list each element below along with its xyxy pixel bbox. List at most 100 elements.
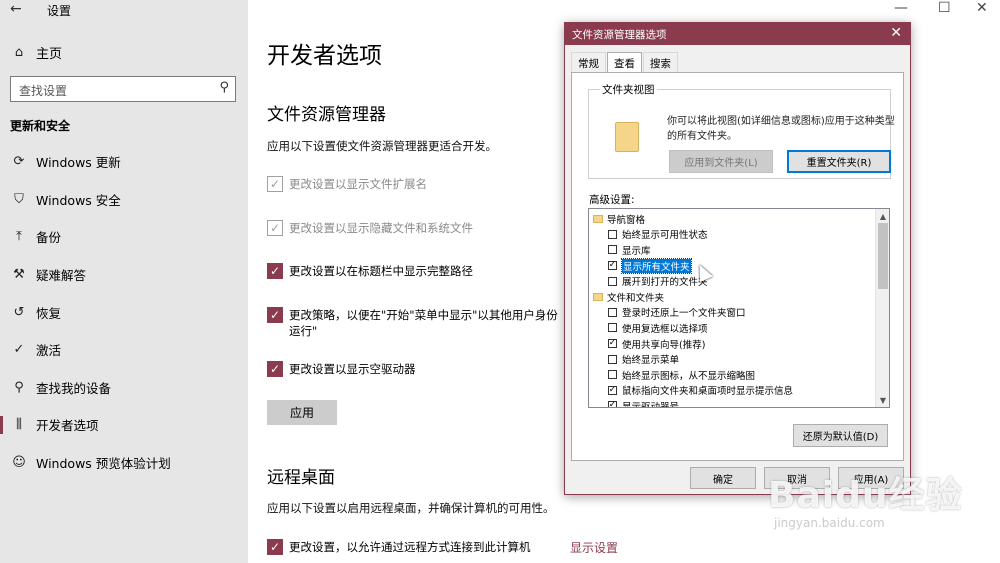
sidebar-home[interactable]: ⌂ 主页 bbox=[10, 43, 62, 62]
checkbox-unchecked[interactable] bbox=[608, 276, 617, 286]
show-settings-link[interactable]: 显示设置 bbox=[570, 539, 618, 556]
scroll-down-icon[interactable]: ▼ bbox=[876, 393, 889, 407]
sidebar-item-label: 查找我的设备 bbox=[36, 380, 112, 396]
minimize-icon[interactable]: — bbox=[894, 0, 908, 16]
dialog-tab[interactable]: 常规 bbox=[571, 52, 606, 72]
ok-button[interactable]: 确定 bbox=[690, 467, 756, 489]
check-circle-icon: ✓ bbox=[13, 342, 25, 358]
sidebar-item-label: 备份 bbox=[36, 230, 62, 246]
person-pin-icon: ⚲ bbox=[14, 379, 24, 395]
apply-button[interactable]: 应用 bbox=[267, 400, 337, 425]
advanced-settings-tree[interactable]: 导航窗格始终显示可用性状态 显示库 ✓ 显示所有文件夹 展开到打开的文件夹 文件和文件夹登… bbox=[588, 208, 890, 408]
checkbox-checked[interactable]: ✓ bbox=[267, 307, 283, 323]
tree-option[interactable]: ✓ 显示所有文件夹 bbox=[608, 257, 692, 274]
tree-option[interactable]: 始终显示菜单 bbox=[608, 351, 679, 367]
sidebar-nav: ⟳ Windows 更新 ⛉ Windows 安全 ⤒ 备份 ⚒ 疑难解答 ↺ 恢复 ✓ 激活 ⚲ 查找我… bbox=[0, 143, 248, 482]
sidebar-item[interactable]: ✓ 激活 bbox=[10, 331, 248, 369]
explorer-option[interactable]: ✓ 更改策略，以便在"开始"菜单中显示"以其他用户身份运行" bbox=[267, 307, 567, 339]
back-arrow-icon[interactable]: ← bbox=[10, 1, 22, 17]
tree-item-label: 始终显示图标，从不显示缩略图 bbox=[622, 370, 756, 382]
scroll-thumb[interactable] bbox=[878, 223, 888, 289]
checkbox-unchecked[interactable] bbox=[608, 323, 617, 333]
explorer-option: ✓ 更改设置以显示文件扩展名 bbox=[267, 176, 567, 192]
dialog-tab[interactable]: 查看 bbox=[607, 52, 642, 73]
history-icon: ↺ bbox=[13, 304, 25, 320]
maximize-icon[interactable]: ☐ bbox=[938, 0, 951, 16]
reset-folders-button[interactable]: 重置文件夹(R) bbox=[787, 150, 891, 173]
tree-item-label: 始终显示可用性状态 bbox=[622, 230, 708, 242]
page-title: 开发者选项 bbox=[267, 43, 382, 69]
tree-scrollbar[interactable]: ▲ ▼ bbox=[875, 209, 889, 407]
checkbox-unchecked[interactable] bbox=[608, 245, 617, 255]
explorer-option-text: 更改设置以显示文件扩展名 bbox=[289, 177, 427, 191]
sidebar-item[interactable]: ⛉ Windows 安全 bbox=[10, 181, 248, 219]
tree-item-label: 导航窗格 bbox=[607, 214, 646, 226]
tree-category: 文件和文件夹 bbox=[593, 289, 664, 305]
folder-icon bbox=[593, 214, 603, 223]
developer-icon: ⫼ bbox=[16, 417, 22, 433]
sidebar-item[interactable]: ⚲ 查找我的设备 bbox=[10, 369, 248, 407]
sidebar-item-label: 疑难解答 bbox=[36, 268, 87, 284]
checkbox-checked[interactable]: ✓ bbox=[608, 261, 617, 271]
dialog-tab[interactable]: 搜索 bbox=[643, 52, 678, 72]
tree-option[interactable]: 始终显示可用性状态 bbox=[608, 227, 708, 243]
tree-item-label: 使用共享向导(推荐) bbox=[622, 339, 706, 351]
folder-icon bbox=[615, 122, 639, 152]
sync-icon: ⟳ bbox=[13, 154, 25, 170]
sidebar-item[interactable]: ⤒ 备份 bbox=[10, 218, 248, 256]
tree-category: 导航窗格 bbox=[593, 211, 645, 227]
window-close-icon[interactable]: ✕ bbox=[976, 0, 988, 16]
tree-option[interactable]: 显示库 bbox=[608, 242, 651, 258]
checkbox-checked[interactable]: ✓ bbox=[267, 263, 283, 279]
checkbox-unchecked[interactable] bbox=[608, 307, 617, 317]
sidebar-item[interactable]: ↺ 恢复 bbox=[10, 293, 248, 331]
apply-to-folders-button[interactable]: 应用到文件夹(L) bbox=[669, 150, 773, 173]
tree-option[interactable]: ✓ 使用共享向导(推荐) bbox=[608, 336, 705, 352]
sidebar-item[interactable]: ⚒ 疑难解答 bbox=[10, 256, 248, 294]
tree-item-label: 显示库 bbox=[622, 245, 651, 257]
checkbox-checked[interactable]: ✓ bbox=[267, 361, 283, 377]
tree-item-label: 始终显示菜单 bbox=[622, 355, 680, 367]
checkbox-unchecked[interactable] bbox=[608, 370, 617, 380]
search-input[interactable]: 查找设置 ⚲ bbox=[10, 76, 236, 102]
explorer-option-text: 更改设置以显示空驱动器 bbox=[289, 362, 416, 376]
dialog-titlebar[interactable]: 文件资源管理器选项 ✕ bbox=[565, 23, 910, 45]
explorer-option-text: 更改设置以在标题栏中显示完整路径 bbox=[289, 264, 473, 278]
checkbox-checked[interactable]: ✓ bbox=[608, 401, 617, 407]
sidebar-item[interactable]: ☺ Windows 预览体验计划 bbox=[10, 444, 248, 482]
explorer-option[interactable]: ✓ 更改设置以在标题栏中显示完整路径 bbox=[267, 263, 567, 279]
explorer-option[interactable]: ✓ 更改设置以显示空驱动器 bbox=[267, 361, 567, 377]
watermark-brand: Baidu经验 bbox=[768, 475, 963, 516]
sidebar-item[interactable]: ⫼ 开发者选项 bbox=[0, 406, 248, 444]
search-placeholder: 查找设置 bbox=[19, 84, 68, 98]
checkbox-unchecked[interactable] bbox=[608, 354, 617, 364]
tree-option[interactable]: 登录时还原上一个文件夹窗口 bbox=[608, 305, 746, 321]
checkbox-unchecked[interactable] bbox=[608, 229, 617, 239]
advanced-settings-label: 高级设置: bbox=[589, 194, 635, 206]
tree-option[interactable]: 使用复选框以选择项 bbox=[608, 320, 708, 336]
view-tab-panel: 你可以将此视图(如详细信息或图标)应用于这种类型的所有文件夹。 应用到文件夹(L… bbox=[571, 72, 904, 461]
sidebar-item-label: 恢复 bbox=[36, 305, 62, 321]
restore-defaults-button[interactable]: 还原为默认值(D) bbox=[793, 424, 888, 447]
sidebar-item-label: 开发者选项 bbox=[36, 418, 99, 434]
sidebar-item[interactable]: ⟳ Windows 更新 bbox=[10, 143, 248, 181]
checkbox-checked[interactable]: ✓ bbox=[608, 339, 617, 349]
tree-option[interactable]: 始终显示图标，从不显示缩略图 bbox=[608, 367, 755, 383]
tree-item-label: 显示驱动器号 bbox=[622, 401, 680, 408]
sidebar-item-label: 激活 bbox=[36, 343, 62, 359]
checkbox-checked[interactable]: ✓ bbox=[267, 539, 283, 555]
insider-icon: ☺ bbox=[12, 455, 26, 471]
tree-option[interactable]: ✓ 鼠标指向文件夹和桌面项时显示提示信息 bbox=[608, 383, 793, 399]
scroll-up-icon[interactable]: ▲ bbox=[876, 209, 889, 223]
remote-desktop-option-text: 更改设置，以允许通过远程方式连接到此计算机 bbox=[289, 540, 531, 554]
remote-desktop-description: 应用以下设置以启用远程桌面，并确保计算机的可用性。 bbox=[267, 501, 555, 515]
backup-icon: ⤒ bbox=[16, 229, 22, 245]
remote-desktop-option[interactable]: ✓ 更改设置，以允许通过远程方式连接到此计算机 bbox=[267, 539, 567, 555]
tree-option[interactable]: 展开到打开的文件夹 bbox=[608, 273, 708, 289]
checkbox-checked[interactable]: ✓ bbox=[608, 385, 617, 395]
tree-option[interactable]: ✓ 显示驱动器号 bbox=[608, 398, 680, 408]
explorer-heading: 文件资源管理器 bbox=[267, 105, 386, 125]
dialog-close-icon[interactable]: ✕ bbox=[890, 25, 902, 41]
tree-item-label: 显示所有文件夹 bbox=[621, 257, 692, 274]
settings-sidebar: ← 设置 ⌂ 主页 查找设置 ⚲ 更新和安全 ⟳ Windows 更新 ⛉ Windo… bbox=[0, 0, 248, 563]
